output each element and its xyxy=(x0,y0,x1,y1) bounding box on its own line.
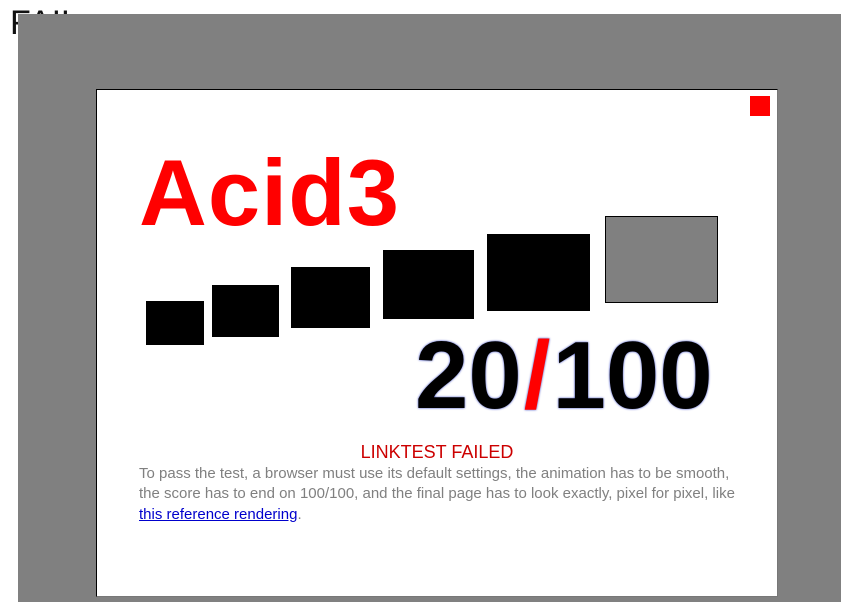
score-display: 20/100 xyxy=(415,328,713,424)
instructions-lead: To pass the test, a browser must use its… xyxy=(139,465,735,503)
reference-rendering-link[interactable]: this reference rendering xyxy=(139,506,297,523)
score-bucket-1 xyxy=(146,301,204,345)
score-bucket-3 xyxy=(291,267,370,328)
score-max: 100 xyxy=(552,322,713,429)
score-bucket-5 xyxy=(487,234,590,311)
score-slash: / xyxy=(523,322,551,429)
test-title: Acid3 xyxy=(139,140,400,245)
instructions-end: . xyxy=(297,505,302,523)
status-indicator-square xyxy=(750,96,770,116)
result-message: LINKTEST FAILED xyxy=(360,442,514,462)
instructions-text: To pass the test, a browser must use its… xyxy=(139,464,749,525)
acid3-panel: Acid3 20/100 LINKTEST FAILED To pass the… xyxy=(96,89,778,597)
score-value: 20 xyxy=(415,322,522,429)
score-bucket-6 xyxy=(605,216,718,303)
score-bucket-2 xyxy=(212,285,279,337)
score-bucket-4 xyxy=(383,250,474,319)
